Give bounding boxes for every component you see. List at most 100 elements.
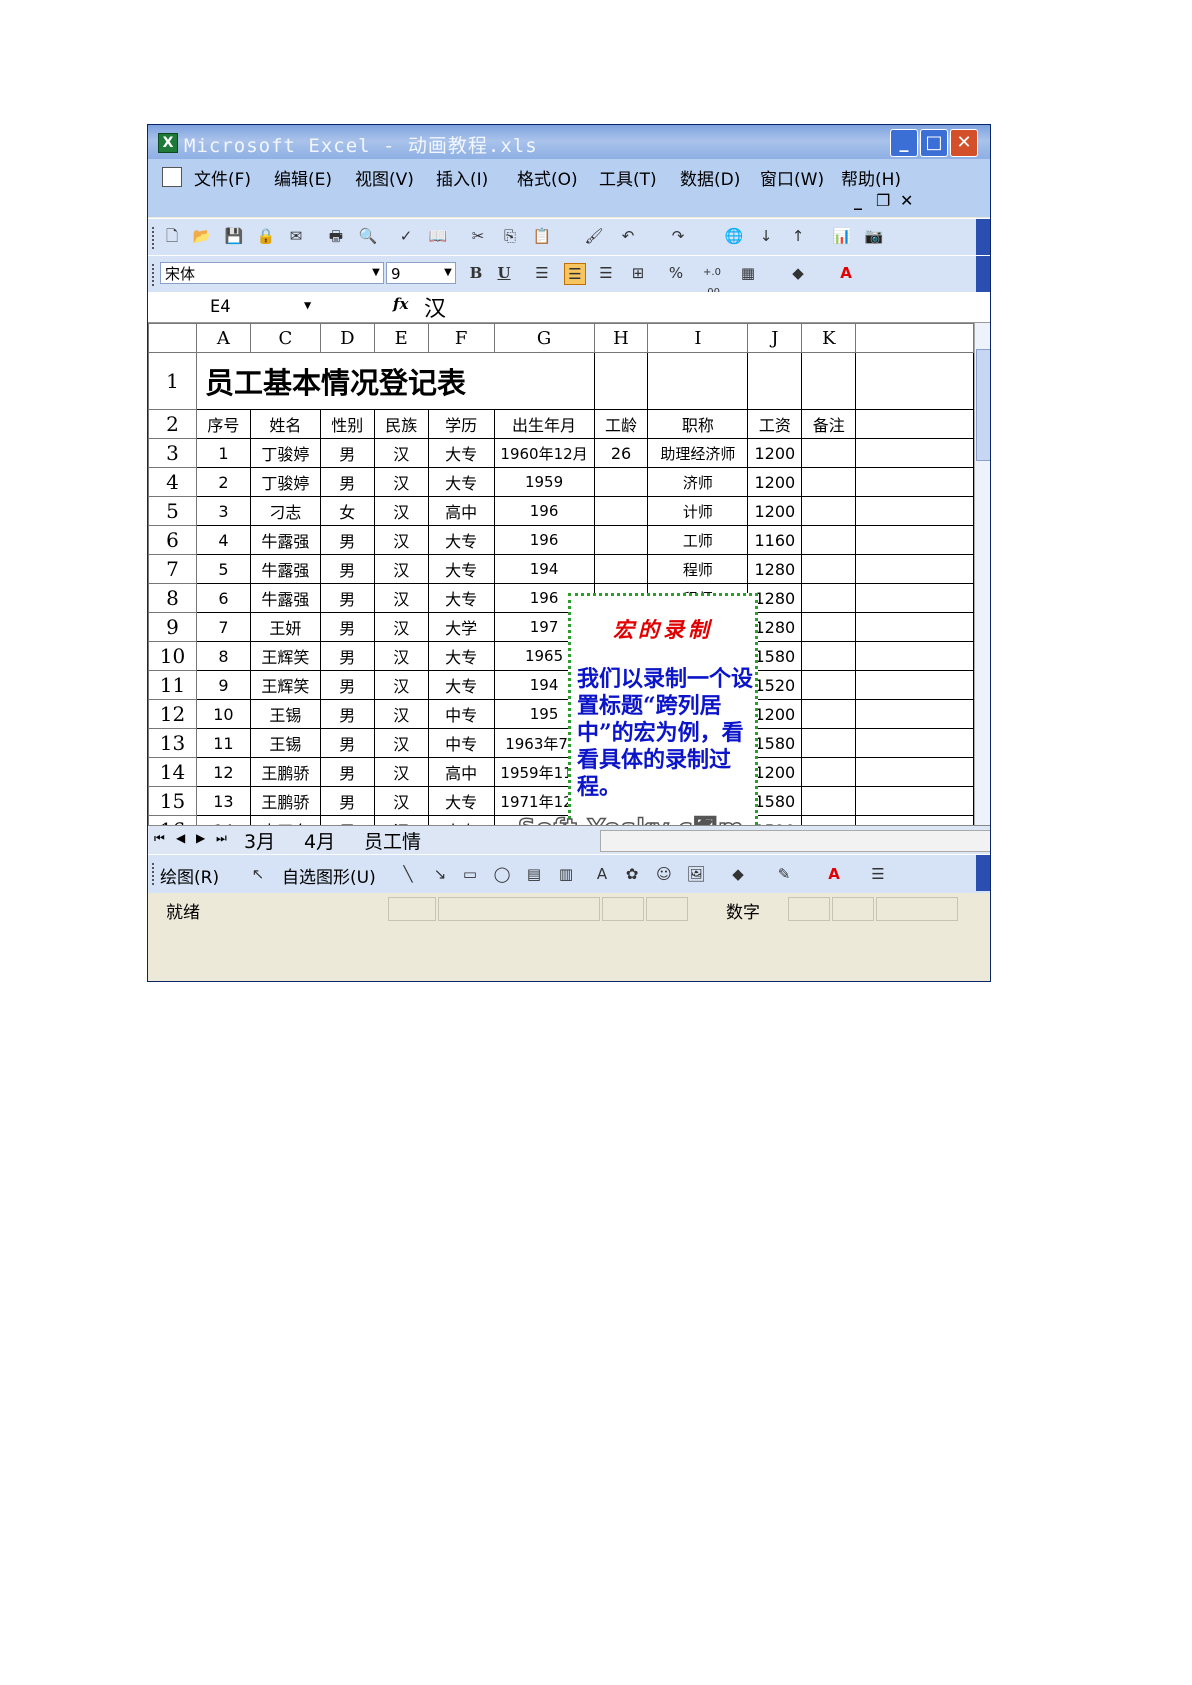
name-box-dropdown-icon[interactable]: ▼ — [304, 298, 311, 312]
cell[interactable]: 10 — [195, 699, 251, 729]
autoshapes-menu[interactable]: 自选图形(U) — [282, 863, 376, 888]
cell[interactable]: 汉 — [373, 815, 429, 825]
row-header[interactable]: 13 — [148, 728, 197, 758]
cell[interactable]: 1 — [195, 438, 251, 468]
cell[interactable]: 大专 — [427, 670, 495, 700]
row-header[interactable]: 5 — [148, 496, 197, 526]
cell[interactable]: 女 — [319, 496, 375, 526]
column-header[interactable]: F — [427, 323, 495, 353]
cell[interactable]: 王锡 — [249, 728, 321, 758]
cell[interactable]: 王锡 — [249, 699, 321, 729]
cell[interactable] — [801, 583, 857, 613]
rectangle-icon[interactable]: ▭ — [460, 864, 480, 884]
cell[interactable]: 11 — [195, 728, 251, 758]
research-icon[interactable]: 📖 — [428, 226, 448, 246]
cell[interactable]: 工师 — [647, 525, 749, 555]
size-dropdown-icon[interactable]: ▼ — [440, 262, 456, 284]
cell[interactable]: 大专 — [427, 641, 495, 671]
align-left-icon[interactable]: ☰ — [532, 263, 552, 283]
cell[interactable] — [855, 699, 974, 729]
cell[interactable]: 牛露强 — [249, 583, 321, 613]
clipart-icon[interactable]: ☺ — [654, 864, 674, 884]
sort-ascending-icon[interactable]: ↓ — [756, 226, 776, 246]
oval-icon[interactable]: ◯ — [492, 864, 512, 884]
select-all-corner[interactable] — [148, 323, 197, 353]
sheet-tab-staff[interactable]: 员工情 — [364, 827, 422, 855]
row-header[interactable]: 11 — [148, 670, 197, 700]
cell[interactable]: 196 — [493, 525, 595, 555]
cell[interactable]: 汉 — [373, 670, 429, 700]
menu-view[interactable]: 视图(V) — [355, 165, 414, 190]
cell[interactable] — [593, 496, 649, 526]
borders-icon[interactable]: ▦ — [738, 263, 758, 283]
cell[interactable]: 男 — [319, 467, 375, 497]
header-cell[interactable]: 备注 — [801, 409, 857, 439]
select-objects-icon[interactable]: ↖ — [248, 864, 268, 884]
cell[interactable] — [801, 670, 857, 700]
cell[interactable] — [801, 496, 857, 526]
cell[interactable] — [855, 583, 974, 613]
next-sheet-icon[interactable]: ▶ — [196, 831, 205, 845]
cell[interactable]: 汉 — [373, 583, 429, 613]
save-icon[interactable]: 💾 — [224, 226, 244, 246]
cell[interactable]: 4 — [195, 525, 251, 555]
cell[interactable] — [801, 699, 857, 729]
menu-file[interactable]: 文件(F) — [194, 165, 251, 190]
row-header[interactable]: 3 — [148, 438, 197, 468]
cell[interactable]: 汉 — [373, 554, 429, 584]
cut-icon[interactable]: ✂ — [468, 226, 488, 246]
cell[interactable] — [855, 352, 974, 410]
header-cell[interactable]: 职称 — [647, 409, 749, 439]
cell[interactable]: 男 — [319, 525, 375, 555]
cell[interactable]: 12 — [195, 757, 251, 787]
header-cell[interactable]: 工龄 — [593, 409, 649, 439]
header-cell[interactable]: 学历 — [427, 409, 495, 439]
hyperlink-icon[interactable]: 🌐 — [724, 226, 744, 246]
header-cell[interactable]: 出生年月 — [493, 409, 595, 439]
cell[interactable] — [647, 352, 749, 410]
line-icon[interactable]: ╲ — [398, 864, 418, 884]
column-header[interactable]: K — [801, 323, 857, 353]
cell[interactable]: 1200 — [747, 467, 803, 497]
permission-icon[interactable]: 🔒 — [256, 226, 276, 246]
worksheet-grid[interactable]: A C D E F G H I J K 1 员工基本情况登记表 2 序号 姓名 … — [148, 323, 974, 825]
row-header[interactable]: 4 — [148, 467, 197, 497]
sheet-tab-march[interactable]: 3月 — [244, 827, 276, 855]
doc-close-button[interactable]: ✕ — [900, 191, 913, 210]
cell[interactable] — [855, 728, 974, 758]
cell[interactable]: 大专 — [427, 583, 495, 613]
name-box[interactable]: E4 ▼ — [148, 294, 328, 320]
cell[interactable]: 汉 — [373, 467, 429, 497]
first-sheet-icon[interactable]: ⏮ — [154, 831, 165, 846]
toolbar-grip[interactable] — [152, 227, 157, 249]
cell[interactable]: 1160 — [747, 525, 803, 555]
toolbar-options-icon[interactable] — [976, 256, 990, 292]
cell[interactable]: 男 — [319, 612, 375, 642]
align-right-icon[interactable]: ☰ — [596, 263, 616, 283]
cell[interactable]: 高中 — [427, 496, 495, 526]
cell[interactable] — [801, 641, 857, 671]
cell[interactable] — [801, 438, 857, 468]
cell[interactable]: 汉 — [373, 438, 429, 468]
cell[interactable]: 王妍 — [249, 612, 321, 642]
cell[interactable]: 济师 — [647, 467, 749, 497]
cell[interactable] — [855, 670, 974, 700]
cell[interactable]: 汉 — [373, 757, 429, 787]
open-icon[interactable]: 📂 — [192, 226, 212, 246]
spelling-icon[interactable]: ✓ — [396, 226, 416, 246]
cell[interactable]: 大专 — [427, 786, 495, 816]
toolbar-options-icon[interactable] — [976, 855, 990, 891]
cell[interactable]: 汉 — [373, 525, 429, 555]
cell[interactable]: 8 — [195, 641, 251, 671]
cell[interactable]: 王鹏骄 — [249, 786, 321, 816]
cell[interactable] — [801, 815, 857, 825]
cell[interactable] — [855, 438, 974, 468]
cell[interactable]: 牛露强 — [249, 525, 321, 555]
cell[interactable] — [593, 467, 649, 497]
sheet-tab-april[interactable]: 4月 — [304, 827, 336, 855]
column-header[interactable]: A — [195, 323, 251, 353]
column-header[interactable]: J — [747, 323, 803, 353]
cell[interactable] — [855, 496, 974, 526]
redo-icon[interactable]: ↷ — [668, 226, 688, 246]
row-header[interactable]: 12 — [148, 699, 197, 729]
